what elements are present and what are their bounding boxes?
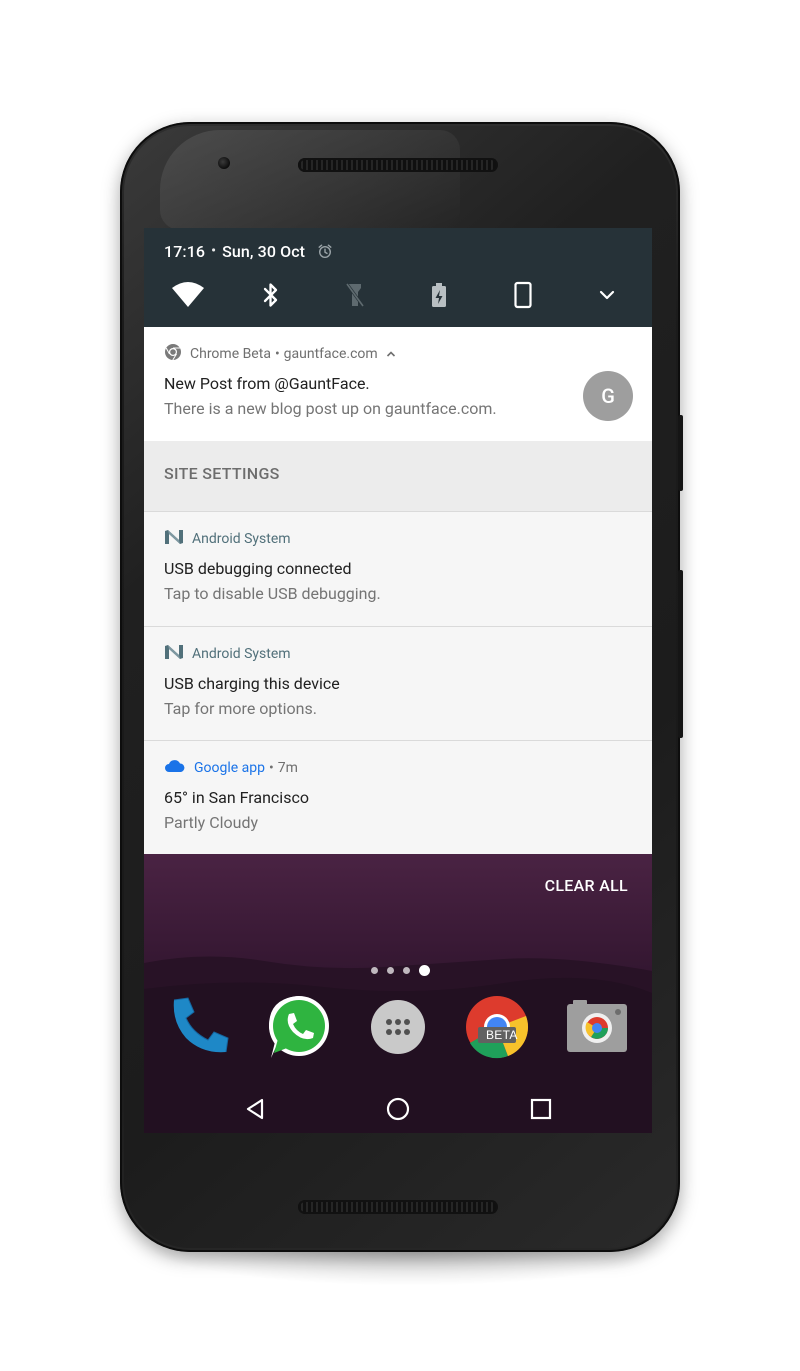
alarm-clock-icon [317,243,333,259]
notification-avatar: G [583,371,633,421]
expand-icon[interactable] [585,278,629,312]
notification-header: Android System [164,529,291,549]
status-separator: • [211,243,217,259]
bluetooth-icon[interactable] [249,278,293,312]
phone-app-icon[interactable] [166,994,232,1060]
bottom-speaker-grille [298,1200,498,1214]
notification-title: New Post from @GauntFace. [164,374,370,393]
notification-text: Tap to disable USB debugging. [164,584,381,603]
overview-icon[interactable] [516,1084,566,1133]
chrome-notification[interactable]: Chrome Beta • gauntface.com New Post fro… [144,327,652,441]
notification-separator: • [269,760,274,776]
chevron-up-icon[interactable] [386,346,396,362]
status-time: 17:16 [164,241,206,261]
notification-app-name: Android System [192,646,291,662]
home-screen: CLEAR ALL BETA [144,854,652,1133]
volume-rocker [678,570,683,738]
whatsapp-app-icon[interactable] [265,994,331,1060]
notification-title: USB charging this device [164,674,340,693]
camera-app-icon[interactable] [563,994,629,1060]
wifi-icon[interactable] [166,278,210,312]
home-icon[interactable] [373,1084,423,1133]
site-settings-action[interactable]: SITE SETTINGS [144,441,652,512]
notification-shade-header: 17:16 • Sun, 30 Oct [144,228,652,327]
page-dot [387,967,394,974]
flashlight-off-icon[interactable] [333,278,377,312]
navigation-bar [144,1084,652,1133]
usb-debugging-notification[interactable]: Android System USB debugging connected T… [144,512,652,627]
cloud-icon [164,759,186,777]
google-weather-notification[interactable]: Google app • 7m 65° in San Francisco Par… [144,741,652,854]
status-date: Sun, 30 Oct [222,241,306,261]
page-dot [403,967,410,974]
notification-app-name: Google app [194,760,266,776]
notification-header: Chrome Beta • gauntface.com [164,344,396,364]
chrome-beta-badge: BETA [486,1028,518,1042]
notification-header: Android System [164,644,291,664]
android-n-icon [164,529,184,549]
quick-settings-row [144,278,652,312]
notification-text: Tap for more options. [164,699,317,718]
notification-app-name: Chrome Beta [190,346,271,362]
chrome-beta-app-icon[interactable]: BETA [464,994,530,1060]
page-dot [371,967,378,974]
battery-saver-icon[interactable] [417,278,461,312]
phone-gloss [160,130,460,230]
notification-text: Partly Cloudy [164,813,259,832]
page-indicator [371,965,430,976]
notification-title: USB debugging connected [164,559,352,578]
phone-screen: 17:16 • Sun, 30 Oct Chrome Beta • gauntf… [144,228,652,1133]
top-speaker-grille [298,158,498,172]
site-settings-label: SITE SETTINGS [164,464,280,483]
front-camera [218,157,230,169]
clear-all-button[interactable]: CLEAR ALL [545,876,628,895]
android-n-icon [164,644,184,664]
notification-title: 65° in San Francisco [164,788,309,807]
power-button [678,415,683,491]
notification-origin: gauntface.com [283,346,378,362]
chrome-icon [164,343,182,365]
notification-app-name: Android System [192,531,291,547]
notification-header: Google app • 7m [164,758,298,778]
usb-charging-notification[interactable]: Android System USB charging this device … [144,627,652,741]
app-drawer-icon[interactable] [365,994,431,1060]
page-dot-active [419,965,430,976]
notification-time: 7m [277,760,298,776]
rotation-portrait-icon[interactable] [501,278,545,312]
back-icon[interactable] [230,1084,280,1133]
notification-text: There is a new blog post up on gauntface… [164,399,497,418]
status-row: 17:16 • Sun, 30 Oct [164,239,333,263]
notification-separator: • [274,346,280,362]
